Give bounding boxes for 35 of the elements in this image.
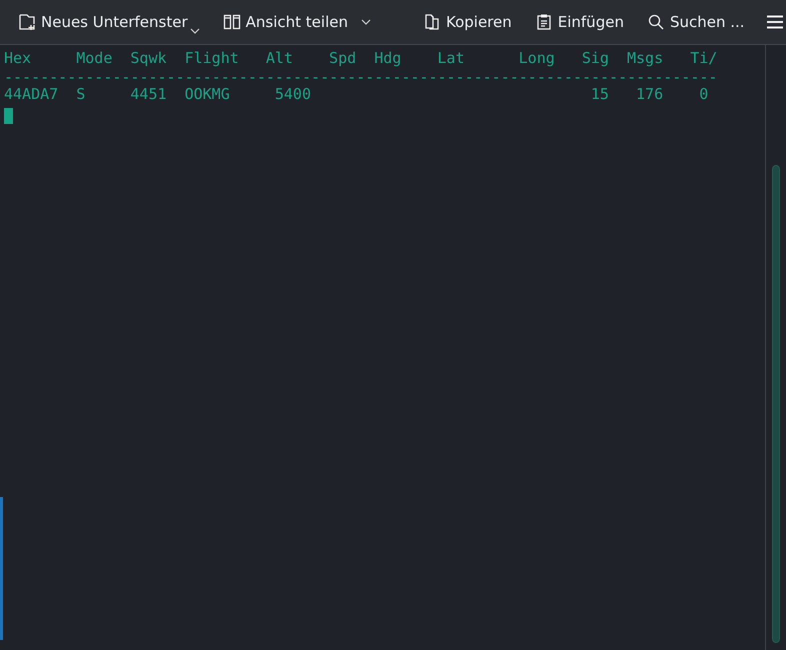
column-header: Hex <box>4 48 32 69</box>
column-header: Spd <box>329 48 358 69</box>
toolbar-button[interactable]: Ansicht teilen <box>216 9 377 35</box>
table-cell: S <box>76 85 86 103</box>
split-view-icon <box>222 13 241 31</box>
column-header: Flight <box>184 48 240 69</box>
column-header: Long <box>518 48 556 69</box>
column-header: Msgs <box>627 48 664 69</box>
toolbar-button[interactable]: Kopieren <box>416 9 518 35</box>
column-header: Alt <box>266 48 294 69</box>
column-header: Sig <box>582 48 610 69</box>
toolbar-button[interactable]: Neues Unterfenster <box>12 6 206 38</box>
column-header: Sqwk <box>130 48 168 69</box>
toolbar-button[interactable]: Einfügen <box>528 9 630 35</box>
table-cell: 44ADA7 <box>4 85 58 103</box>
menu-icon <box>766 15 784 29</box>
column-header: Lat <box>437 48 466 69</box>
table-cell: 15 <box>590 85 609 103</box>
toolbar-button[interactable]: Suchen ... <box>640 9 751 35</box>
table-cell: 5400 <box>274 85 311 103</box>
copy-icon <box>422 13 441 31</box>
table-cell: 176 <box>636 85 664 103</box>
column-header: Ti/ <box>690 48 718 69</box>
caret-icon <box>360 19 371 25</box>
table-cell: 4451 <box>130 85 167 103</box>
scrollbar-thumb[interactable] <box>772 165 780 643</box>
new-tab-icon <box>18 13 36 31</box>
column-header: Mode <box>76 48 114 69</box>
separator-line: ------------------------------------------------------------------------------- <box>4 71 718 83</box>
table-cell: 0 <box>699 85 708 103</box>
column-header: Hdg <box>374 48 402 69</box>
caret-icon <box>190 28 200 34</box>
table-cell: OOKMG <box>184 85 230 103</box>
clipboard-icon <box>534 13 553 31</box>
search-icon <box>646 13 665 31</box>
